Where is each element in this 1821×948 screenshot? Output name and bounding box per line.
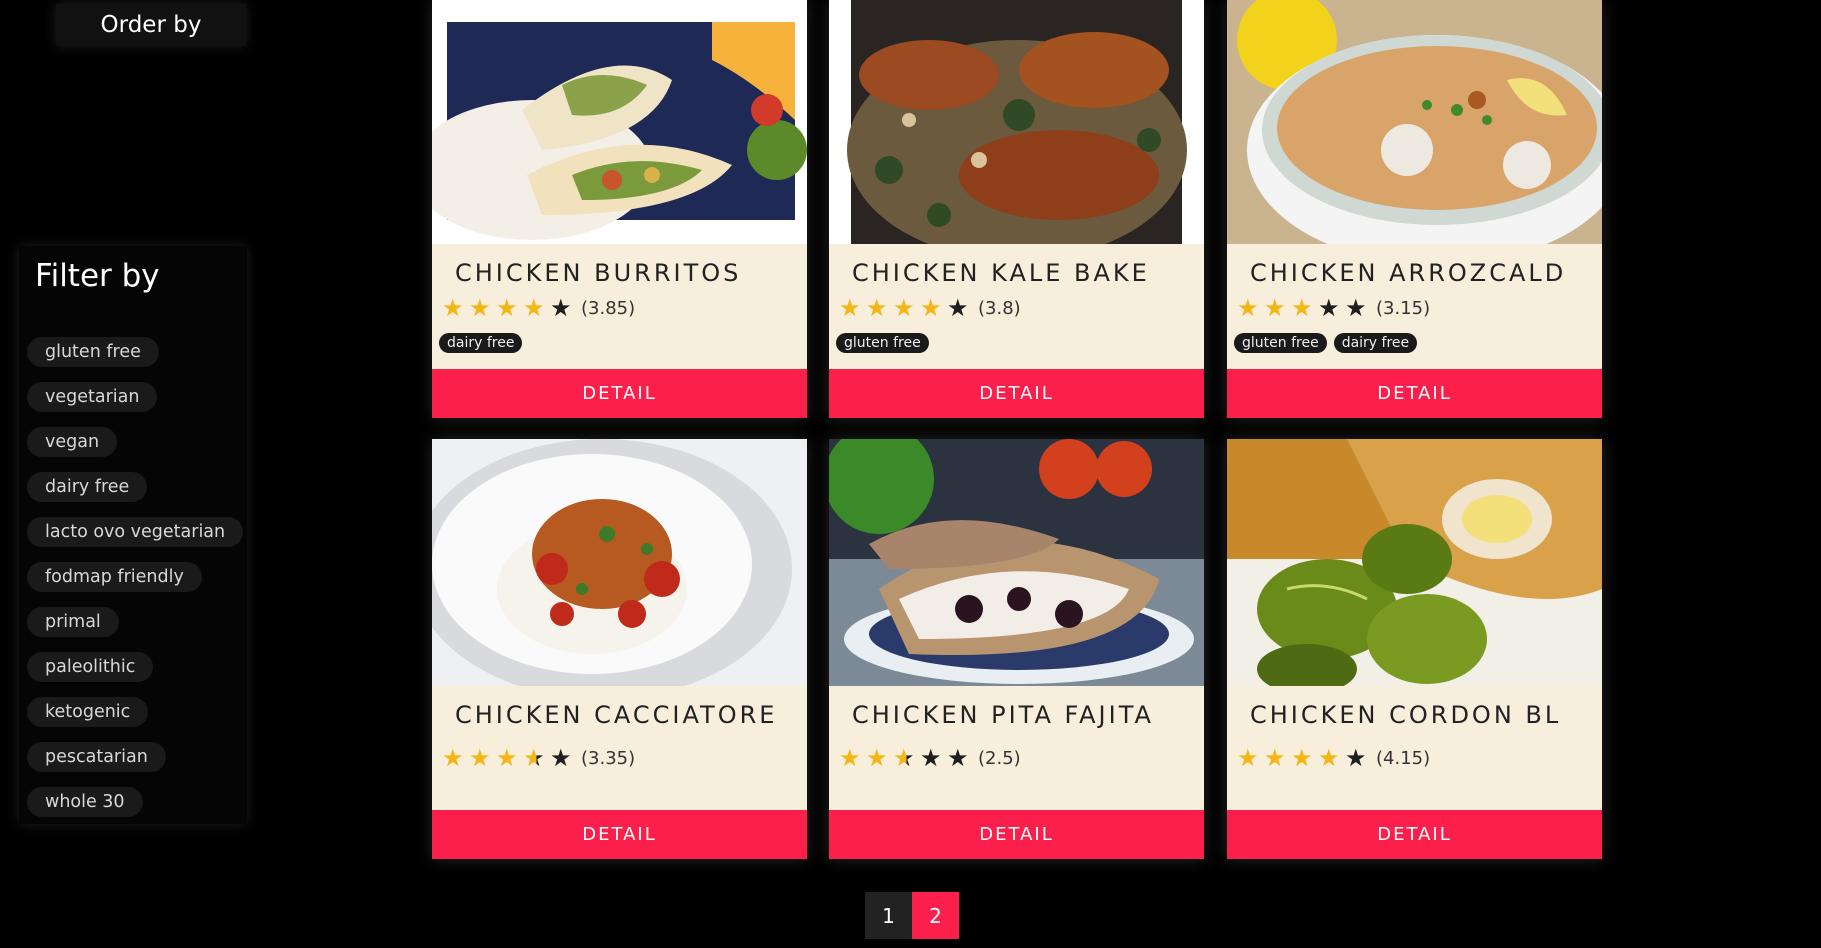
star-icon: ★ xyxy=(1345,294,1367,322)
order-by-label: Order by xyxy=(100,12,202,38)
recipe-title: CHICKEN CACCIATORE xyxy=(455,701,778,729)
filter-chip-ketogenic[interactable]: ketogenic xyxy=(27,697,149,727)
star-icon: ★ xyxy=(866,744,888,772)
star-icon: ★ xyxy=(839,744,861,772)
star-icon: ★ xyxy=(839,294,861,322)
star-icon: ★ xyxy=(496,744,518,772)
rating-value: (3.8) xyxy=(978,297,1021,319)
rating-stars: ★ ★ ★ ★ ★ (4.15) xyxy=(1237,746,1430,770)
recipe-card: CHICKEN CORDON BL ★ ★ ★ ★ ★ (4.15) DETAIL xyxy=(1227,439,1602,859)
star-icon: ★ xyxy=(442,294,464,322)
filter-chip-paleolithic[interactable]: paleolithic xyxy=(27,652,154,682)
recipe-image xyxy=(432,0,807,244)
star-icon: ★ xyxy=(1264,294,1286,322)
recipe-card: CHICKEN ARROZCALD ★ ★ ★ ★ ★ (3.15) gluten fr… xyxy=(1227,0,1602,418)
star-icon: ★ xyxy=(947,744,969,772)
star-icon: ★ xyxy=(523,294,545,322)
filter-chip-primal[interactable]: primal xyxy=(27,607,119,637)
diet-tags: dairy free xyxy=(439,333,523,353)
filter-chip-pescatarian[interactable]: pescatarian xyxy=(27,742,166,772)
page-button-2[interactable]: 2 xyxy=(912,892,959,939)
rating-stars: ★ ★ ★ ★ ★ (2.5) xyxy=(839,746,1021,770)
recipe-card: CHICKEN BURRITOS ★ ★ ★ ★ ★ (3.85) dairy free… xyxy=(432,0,807,418)
filter-chip-lacto-ovo-vegetarian[interactable]: lacto ovo vegetarian xyxy=(27,517,244,547)
recipe-title: CHICKEN CORDON BL xyxy=(1250,701,1562,729)
star-icon: ★ xyxy=(469,294,491,322)
recipe-title: CHICKEN BURRITOS xyxy=(455,259,742,287)
star-icon: ★ xyxy=(523,746,550,770)
star-icon: ★ xyxy=(550,744,572,772)
detail-button[interactable]: DETAIL xyxy=(432,810,807,859)
star-icon: ★ xyxy=(1264,744,1286,772)
rating-stars: ★ ★ ★ ★ ★ (3.85) xyxy=(442,296,635,320)
star-icon: ★ xyxy=(442,744,464,772)
recipe-title: CHICKEN KALE BAKE xyxy=(852,259,1150,287)
filter-chip-fodmap-friendly[interactable]: fodmap friendly xyxy=(27,562,202,592)
star-icon: ★ xyxy=(1318,294,1340,322)
star-icon: ★ xyxy=(893,294,915,322)
filter-chip-whole-30[interactable]: whole 30 xyxy=(27,787,143,817)
rating-stars: ★ ★ ★ ★ ★ (3.8) xyxy=(839,296,1021,320)
star-icon: ★ xyxy=(866,294,888,322)
filter-panel: Filter by gluten free vegetarian vegan d… xyxy=(19,246,247,824)
diet-tag: gluten free xyxy=(836,333,929,353)
recipe-card: CHICKEN CACCIATORE ★ ★ ★ ★ ★ (3.35) DETAIL xyxy=(432,439,807,859)
star-icon: ★ xyxy=(1237,294,1259,322)
star-icon: ★ xyxy=(947,294,969,322)
detail-button[interactable]: DETAIL xyxy=(829,810,1204,859)
filter-chip-vegetarian[interactable]: vegetarian xyxy=(27,382,158,412)
recipe-card: CHICKEN KALE BAKE ★ ★ ★ ★ ★ (3.8) gluten fre… xyxy=(829,0,1204,418)
rating-value: (3.85) xyxy=(581,297,636,319)
filter-chip-dairy-free[interactable]: dairy free xyxy=(27,472,148,502)
star-icon: ★ xyxy=(1291,744,1313,772)
star-icon: ★ xyxy=(920,294,942,322)
recipe-image xyxy=(1227,439,1602,686)
recipe-title: CHICKEN PITA FAJITA xyxy=(852,701,1154,729)
star-icon: ★ xyxy=(550,294,572,322)
diet-tags: gluten free xyxy=(836,333,929,353)
rating-stars: ★ ★ ★ ★ ★ (3.15) xyxy=(1237,296,1430,320)
diet-tag: gluten free xyxy=(1234,333,1327,353)
recipe-image xyxy=(432,439,807,686)
rating-stars: ★ ★ ★ ★ ★ (3.35) xyxy=(442,746,635,770)
recipe-card: CHICKEN PITA FAJITA ★ ★ ★ ★ ★ (2.5) DETAIL xyxy=(829,439,1204,859)
filter-list: gluten free vegetarian vegan dairy free … xyxy=(27,337,247,832)
detail-button[interactable]: DETAIL xyxy=(1227,810,1602,859)
rating-value: (4.15) xyxy=(1376,747,1431,769)
diet-tag: dairy free xyxy=(439,333,523,353)
order-by-button[interactable]: Order by xyxy=(56,4,246,46)
page-button-1[interactable]: 1 xyxy=(865,892,912,939)
rating-value: (3.15) xyxy=(1376,297,1431,319)
pagination: 1 2 xyxy=(865,892,959,939)
star-icon: ★ xyxy=(1237,744,1259,772)
rating-value: (2.5) xyxy=(978,747,1021,769)
recipe-image xyxy=(1227,0,1602,244)
recipe-image xyxy=(829,0,1204,244)
star-icon: ★ xyxy=(496,294,518,322)
filter-title: Filter by xyxy=(35,258,160,294)
star-icon: ★ xyxy=(893,746,920,770)
star-icon: ★ xyxy=(1345,744,1367,772)
star-icon: ★ xyxy=(920,744,942,772)
star-icon: ★ xyxy=(1291,294,1313,322)
star-icon: ★ xyxy=(1318,744,1340,772)
diet-tag: dairy free xyxy=(1333,333,1418,353)
detail-button[interactable]: DETAIL xyxy=(432,369,807,418)
filter-chip-gluten-free[interactable]: gluten free xyxy=(27,337,159,367)
diet-tags: gluten free dairy free xyxy=(1234,333,1418,353)
detail-button[interactable]: DETAIL xyxy=(829,369,1204,418)
filter-chip-vegan[interactable]: vegan xyxy=(27,427,118,457)
recipe-title: CHICKEN ARROZCALD xyxy=(1250,259,1567,287)
star-icon: ★ xyxy=(469,744,491,772)
recipe-image xyxy=(829,439,1204,686)
rating-value: (3.35) xyxy=(581,747,636,769)
detail-button[interactable]: DETAIL xyxy=(1227,369,1602,418)
